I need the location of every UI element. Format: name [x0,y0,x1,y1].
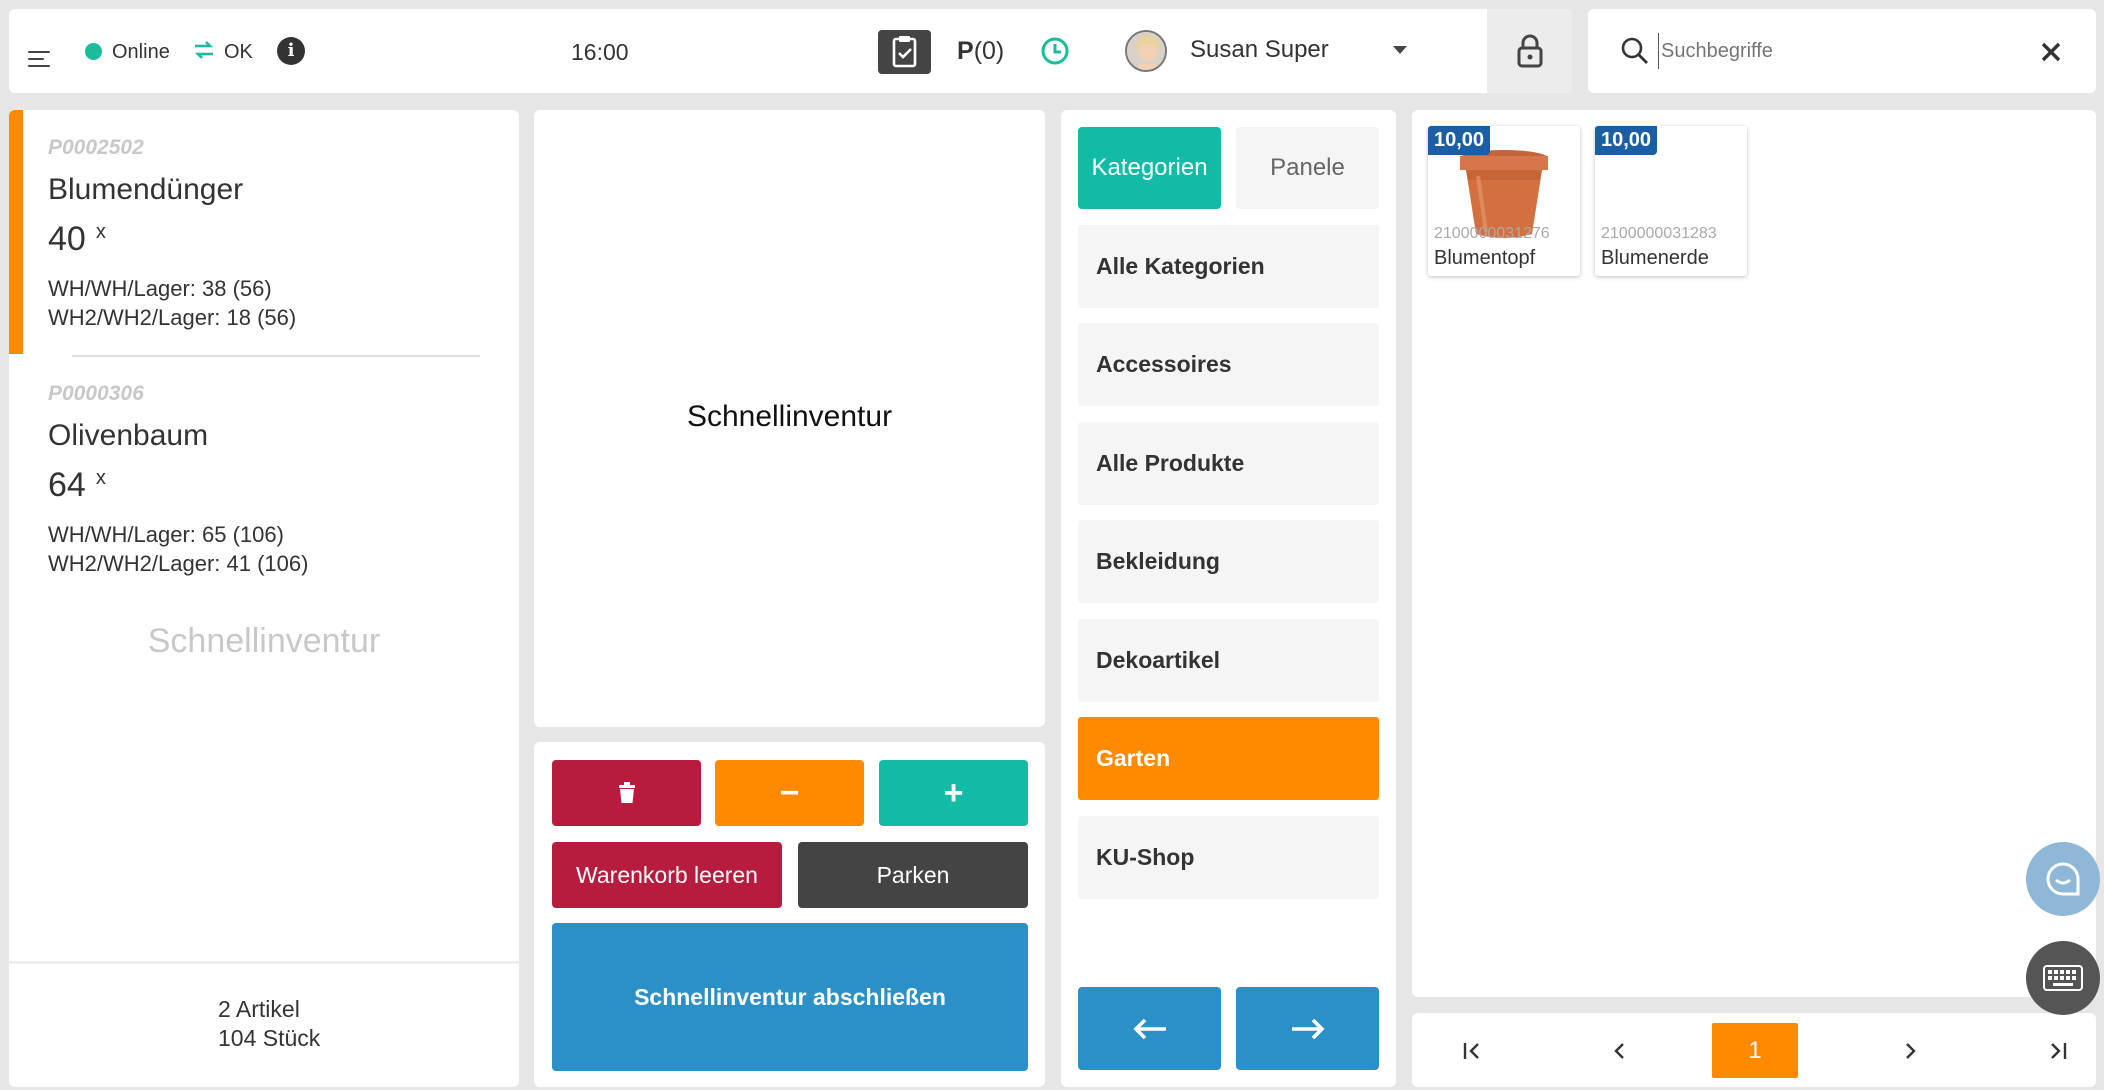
search-input[interactable] [1658,33,1998,69]
keyboard-button[interactable] [2026,941,2100,1015]
first-page-icon [1463,1042,1479,1059]
quantity-suffix: x [95,220,106,243]
previous-page-button[interactable] [1594,1023,1644,1078]
search-bar [1588,9,2096,93]
delete-button[interactable] [552,760,701,826]
quantity-value: 40 [48,220,86,258]
category-item-active[interactable]: Garten [1078,717,1379,800]
product-name: Blumenerde [1601,247,1709,269]
product-tile[interactable]: 10,00 2100000031283 Blumenerde [1595,126,1747,276]
category-item[interactable]: Accessoires [1078,323,1379,406]
avatar[interactable] [1125,30,1167,72]
cart-item-stock-2: WH2/WH2/Lager: 18 (56) [48,305,297,330]
last-page-button[interactable] [2032,1023,2082,1078]
page-number-current[interactable]: 1 [1712,1023,1798,1078]
parked-carts-button[interactable]: P(0) [957,37,1004,66]
quantity-value: 64 [48,466,86,504]
last-page-icon [2051,1042,2067,1059]
online-status-label: Online [112,41,170,63]
pagination: 1 [1412,1013,2096,1087]
decrease-button[interactable]: − [715,760,864,826]
sync-icon [192,38,216,62]
category-item[interactable]: Alle Kategorien [1078,225,1379,308]
chat-icon [2046,862,2080,896]
finish-inventory-button[interactable]: Schnellinventur abschließen [552,923,1028,1071]
quantity-suffix: x [95,466,106,489]
next-button[interactable] [1236,987,1379,1070]
product-name: Blumentopf [1434,247,1536,269]
inventory-clipboard-button[interactable] [878,30,931,74]
arrow-left-icon [1132,1018,1166,1039]
cart-summary: 2 Artikel 104 Stück [9,961,519,1087]
cart-item-stock-1: WH/WH/Lager: 38 (56) [48,276,272,301]
display-panel: Schnellinventur [534,110,1045,727]
category-item[interactable]: Bekleidung [1078,520,1379,603]
chevron-down-icon[interactable] [1393,46,1407,54]
price-badge: 10,00 [1428,126,1491,155]
arrow-right-icon [1291,1018,1325,1039]
cart-item-name: Olivenbaum [48,419,209,452]
chevron-left-icon [1614,1042,1624,1059]
actions-panel: − + Warenkorb leeren Parken Schnellinven… [534,742,1045,1087]
user-name[interactable]: Susan Super [1190,36,1329,64]
cart-item-name: Blumendünger [48,173,244,206]
top-bar: Online OK i 16:00 P(0) Susan Super [9,9,1572,93]
summary-articles: 2 Artikel [218,996,300,1022]
cart-item[interactable]: P0000306 Olivenbaum 64 x WH/WH/Lager: 65 … [9,358,519,598]
menu-icon[interactable] [28,51,50,67]
lock-icon [1517,34,1543,68]
cart-panel: P0002502 Blumendünger 40 x WH/WH/Lager: 3… [9,110,519,1087]
parked-count: (0) [973,37,1005,65]
increase-button[interactable]: + [879,760,1028,826]
summary-pieces: 104 Stück [218,1025,321,1051]
product-ean: 2100000031283 [1601,225,1717,242]
clock-time: 16:00 [571,39,629,65]
trash-icon [618,782,635,803]
first-page-button[interactable] [1448,1023,1498,1078]
category-item[interactable]: Dekoartikel [1078,619,1379,702]
online-status-icon [85,43,102,60]
clear-cart-button[interactable]: Warenkorb leeren [552,842,782,908]
tab-panels[interactable]: Panele [1236,127,1379,209]
cart-item-stock-2: WH2/WH2/Lager: 41 (106) [48,551,309,576]
cart-item-stock-1: WH/WH/Lager: 65 (106) [48,522,284,547]
cart-item-quantity: 40 x [48,220,106,259]
product-tile[interactable]: 10,00 2100000031276 Blumentopf [1428,126,1580,276]
info-icon[interactable]: i [277,37,305,65]
chevron-right-icon [1906,1042,1916,1059]
parked-prefix: P [957,37,974,65]
mode-watermark: Schnellinventur [147,622,381,660]
clipboard-check-icon [892,36,917,68]
close-icon[interactable] [2040,41,2062,63]
product-ean: 2100000031276 [1434,225,1550,242]
previous-button[interactable] [1078,987,1221,1070]
cart-item-quantity: 64 x [48,466,106,505]
lock-button[interactable] [1487,9,1572,93]
products-panel: 10,00 2100000031276 Blumentopf 10,00 210… [1412,110,2096,997]
category-item[interactable]: Alle Produkte [1078,422,1379,505]
price-badge: 10,00 [1595,126,1658,155]
cart-item[interactable]: P0002502 Blumendünger 40 x WH/WH/Lager: 3… [9,110,519,354]
divider [72,355,480,357]
categories-panel: Kategorien Panele Alle Kategorien Access… [1061,110,1396,1087]
category-item[interactable]: KU-Shop [1078,816,1379,899]
park-button[interactable]: Parken [798,842,1028,908]
search-icon [1621,37,1648,64]
display-title: Schnellinventur [686,400,893,433]
clock-icon[interactable] [1040,36,1070,66]
cart-item-number: P0000306 [48,382,144,405]
tab-categories[interactable]: Kategorien [1078,127,1221,209]
sync-status-label: OK [224,41,253,63]
keyboard-icon [2043,965,2083,991]
cart-item-number: P0002502 [48,136,144,159]
chat-button[interactable] [2026,842,2100,916]
next-page-button[interactable] [1886,1023,1936,1078]
